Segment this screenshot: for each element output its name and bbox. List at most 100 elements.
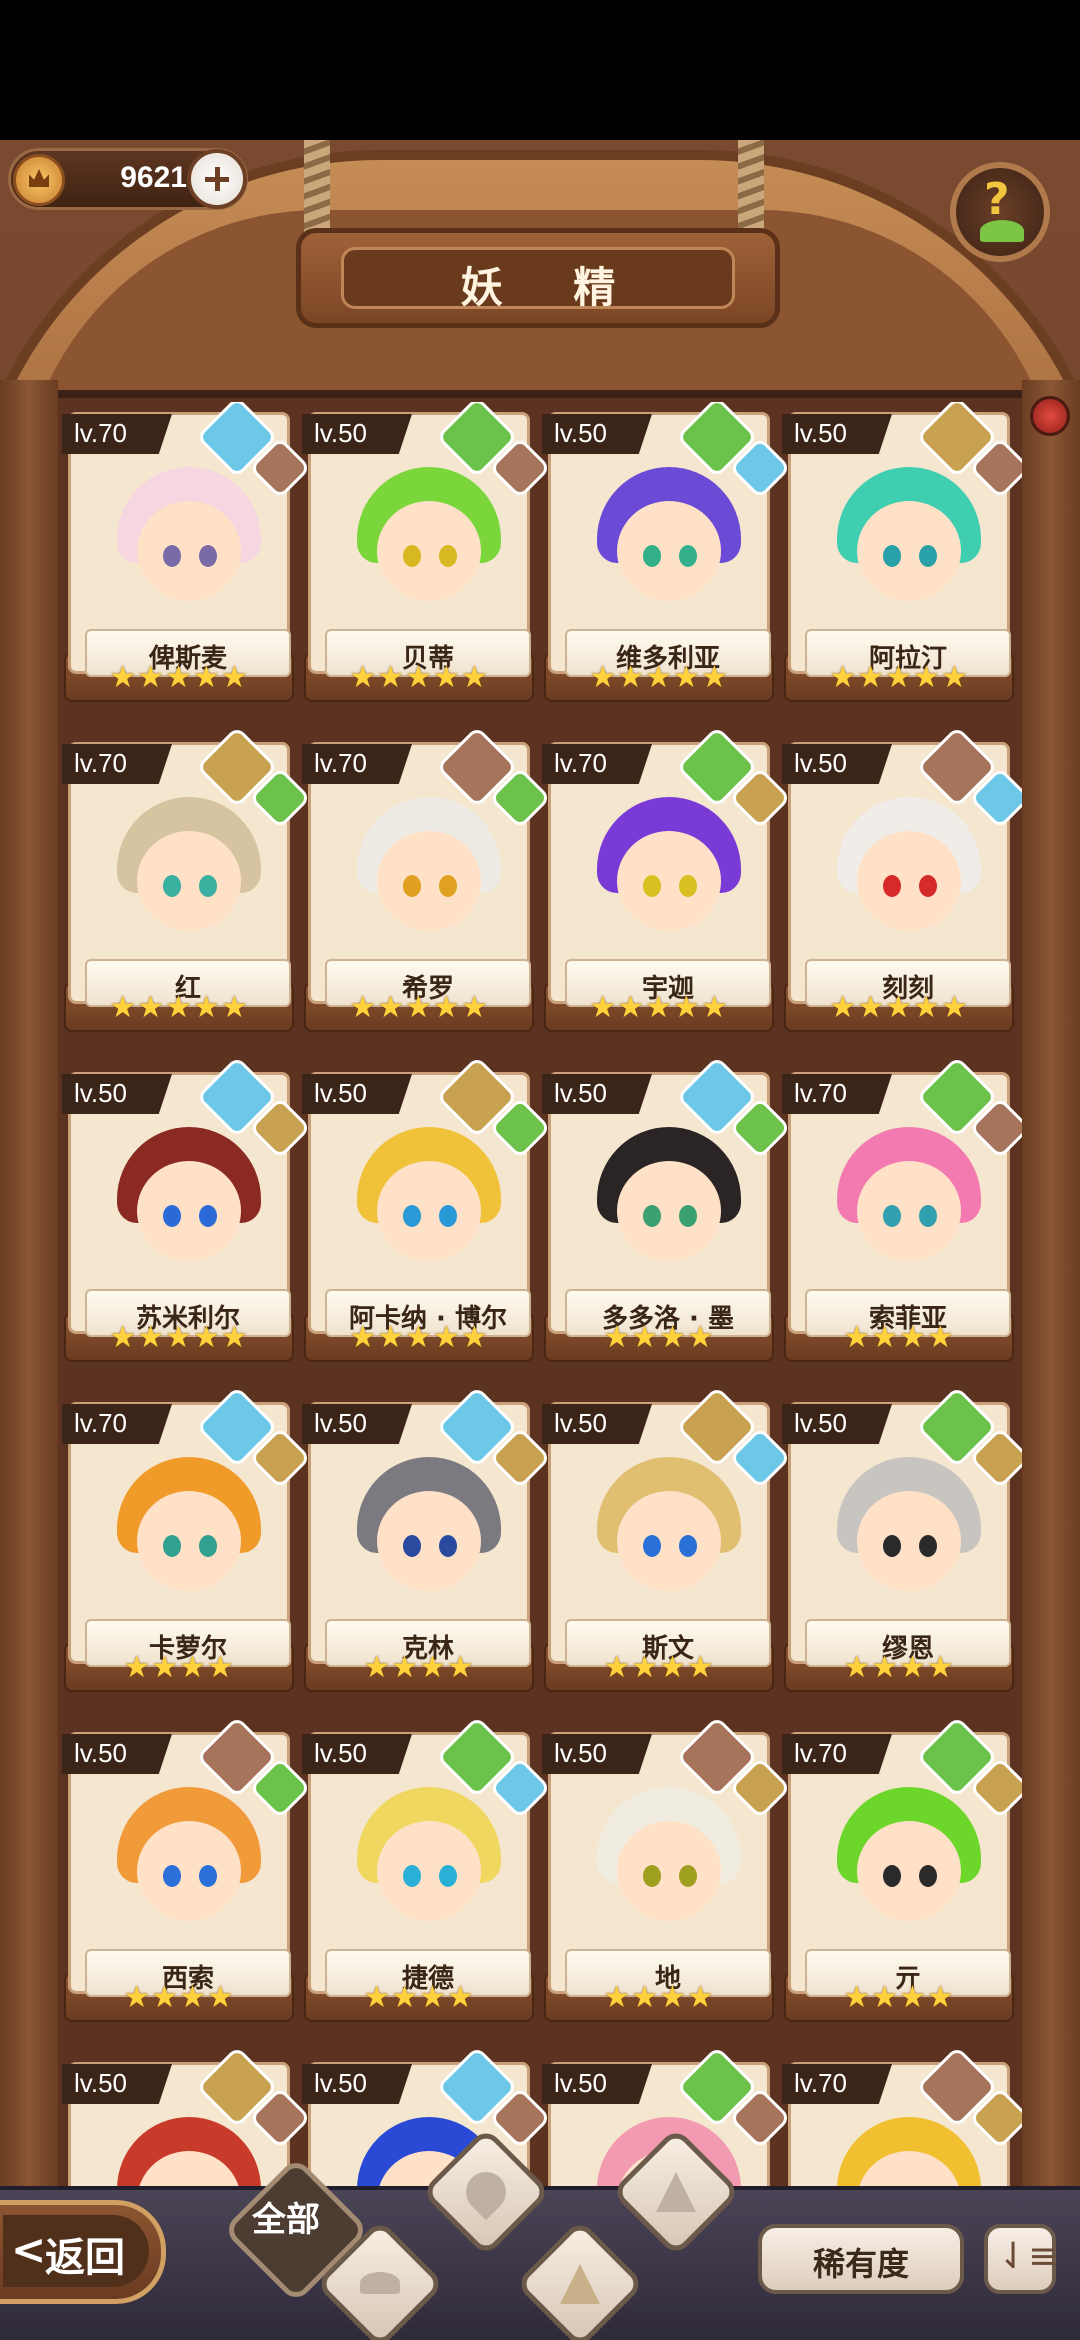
level-badge: lv.70 xyxy=(542,744,652,784)
portrait-eye xyxy=(883,545,901,567)
fairy-card[interactable]: 缪恩 lv.50 ★★★★ xyxy=(782,1385,1022,1692)
star-rating: ★★★★ xyxy=(603,1980,715,2015)
star-rating: ★★★★★ xyxy=(589,990,729,1025)
portrait-eye xyxy=(199,1205,217,1227)
fairy-grid: 俾斯麦 lv.70 ★★★★★ 贝蒂 lv.50 ★★★★★ 维多利亚 lv.50 ★★★★★ 阿… xyxy=(62,402,1022,2232)
add-currency-button[interactable] xyxy=(187,149,247,209)
star-rating: ★★★★ xyxy=(603,1650,715,1685)
fairy-card[interactable]: 亓 lv.70 ★★★★ xyxy=(782,1715,1022,2022)
level-badge: lv.70 xyxy=(782,2064,892,2104)
level-badge: lv.50 xyxy=(62,1074,172,1114)
portrait-face xyxy=(617,1161,721,1261)
sprout-icon xyxy=(360,2272,400,2294)
portrait-eye xyxy=(439,1205,457,1227)
fairy-card[interactable]: 宇迦 lv.70 ★★★★★ xyxy=(542,725,792,1032)
fairy-card[interactable]: 希罗 lv.70 ★★★★★ xyxy=(302,725,552,1032)
portrait-face xyxy=(857,1491,961,1591)
fairy-card[interactable]: 多多洛 · 墨 lv.50 ★★★★ xyxy=(542,1055,792,1362)
star-rating: ★★★★ xyxy=(843,1650,955,1685)
fairy-card[interactable]: 捷德 lv.50 ★★★★ xyxy=(302,1715,552,2022)
level-badge: lv.70 xyxy=(782,1074,892,1114)
portrait-eye xyxy=(643,1535,661,1557)
portrait-eye xyxy=(883,875,901,897)
portrait-eye xyxy=(883,1865,901,1887)
portrait-eye xyxy=(643,875,661,897)
fairy-card[interactable]: 阿卡纳 · 博尔 lv.50 ★★★★★ xyxy=(302,1055,552,1362)
level-badge: lv.70 xyxy=(782,1734,892,1774)
fairy-card[interactable]: 维多利亚 lv.50 ★★★★★ xyxy=(542,402,792,702)
fairy-card[interactable]: 地 lv.50 ★★★★ xyxy=(542,1715,792,2022)
portrait-eye xyxy=(403,545,421,567)
level-badge: lv.50 xyxy=(782,1404,892,1444)
level-badge: lv.70 xyxy=(302,744,412,784)
star-rating: ★★★★ xyxy=(123,1650,235,1685)
portrait-face xyxy=(137,1491,241,1591)
star-rating: ★★★★ xyxy=(843,1320,955,1355)
portrait-eye xyxy=(643,1865,661,1887)
portrait-eye xyxy=(163,1865,181,1887)
portrait-eye xyxy=(679,1205,697,1227)
portrait-eye xyxy=(643,545,661,567)
level-badge: lv.50 xyxy=(782,414,892,454)
portrait-face xyxy=(377,1491,481,1591)
back-button[interactable]: < 返回 xyxy=(0,2200,166,2304)
portrait-eye xyxy=(439,875,457,897)
portrait-eye xyxy=(199,1535,217,1557)
back-label: 返回 xyxy=(45,2235,125,2281)
fairy-card[interactable]: 克林 lv.50 ★★★★ xyxy=(302,1385,552,1692)
star-rating: ★★★★★ xyxy=(829,990,969,1025)
star-rating: ★★★★★ xyxy=(109,660,249,695)
level-badge: lv.50 xyxy=(542,1404,652,1444)
fairy-card[interactable]: 俾斯麦 lv.70 ★★★★★ xyxy=(62,402,312,702)
star-rating: ★★★★ xyxy=(123,1980,235,2015)
portrait-eye xyxy=(199,545,217,567)
scroll-indicator[interactable] xyxy=(1030,396,1070,436)
portrait-eye xyxy=(403,1535,421,1557)
fairy-card[interactable]: 红 lv.70 ★★★★★ xyxy=(62,725,312,1032)
fairy-card[interactable]: 索菲亚 lv.70 ★★★★ xyxy=(782,1055,1022,1362)
portrait-eye xyxy=(679,875,697,897)
currency-value: 9621 xyxy=(120,161,187,194)
level-badge: lv.50 xyxy=(302,414,412,454)
portrait-eye xyxy=(403,1205,421,1227)
portrait-face xyxy=(617,501,721,601)
portrait-eye xyxy=(199,1865,217,1887)
portrait-face xyxy=(857,831,961,931)
fairy-card[interactable]: 斯文 lv.50 ★★★★ xyxy=(542,1385,792,1692)
portrait-face xyxy=(377,501,481,601)
portrait-eye xyxy=(679,545,697,567)
level-badge: lv.50 xyxy=(302,1074,412,1114)
filter-all-label: 全部 xyxy=(252,2200,320,2240)
help-button[interactable]: ? xyxy=(950,162,1050,262)
portrait-eye xyxy=(439,545,457,567)
portrait-eye xyxy=(643,1205,661,1227)
question-mark-icon: ? xyxy=(984,174,1010,225)
fairy-card[interactable]: 卡萝尔 lv.70 ★★★★ xyxy=(62,1385,312,1692)
portrait-eye xyxy=(439,1535,457,1557)
level-badge: lv.70 xyxy=(62,1404,172,1444)
portrait-eye xyxy=(883,1535,901,1557)
portrait-face xyxy=(137,501,241,601)
level-badge: lv.50 xyxy=(782,744,892,784)
portrait-face xyxy=(137,831,241,931)
chevron-left-icon: < xyxy=(11,2225,47,2274)
portrait-face xyxy=(377,831,481,931)
portrait-eye xyxy=(163,1205,181,1227)
star-rating: ★★★★★ xyxy=(589,660,729,695)
portrait-eye xyxy=(163,1535,181,1557)
rarity-sort-button[interactable]: 稀有度 xyxy=(758,2224,964,2294)
portrait-eye xyxy=(403,875,421,897)
portrait-face xyxy=(857,1161,961,1261)
star-rating: ★★★★ xyxy=(363,1980,475,2015)
sort-order-button[interactable] xyxy=(984,2224,1058,2294)
level-badge: lv.50 xyxy=(302,1404,412,1444)
portrait-face xyxy=(137,1161,241,1261)
level-badge: lv.50 xyxy=(542,1074,652,1114)
fairy-card[interactable]: 阿拉汀 lv.50 ★★★★★ xyxy=(782,402,1022,702)
portrait-face xyxy=(377,1161,481,1261)
fairy-card[interactable]: 贝蒂 lv.50 ★★★★★ xyxy=(302,402,552,702)
fairy-card[interactable]: 苏米利尔 lv.50 ★★★★★ xyxy=(62,1055,312,1362)
fairy-card[interactable]: 西索 lv.50 ★★★★ xyxy=(62,1715,312,2022)
fairy-card[interactable]: 刻刻 lv.50 ★★★★★ xyxy=(782,725,1022,1032)
level-badge: lv.50 xyxy=(62,2064,172,2104)
